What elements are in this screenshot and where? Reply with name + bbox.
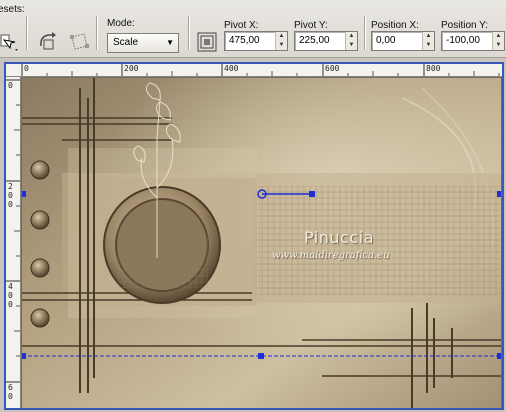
ruler-label: 0 [8, 291, 13, 300]
ruler-label: 6 [8, 383, 13, 392]
mode-select[interactable]: Scale ▼ [107, 33, 179, 53]
ruler-label: 4 [8, 282, 13, 291]
ruler-ticks [6, 79, 20, 383]
vertical-ruler[interactable]: 0 2 0 0 4 0 0 6 0 [6, 77, 21, 408]
position-x-field[interactable]: 0,00 ▲ ▼ [371, 31, 435, 51]
transform-icon [70, 33, 89, 50]
position-y-stepper[interactable]: ▲ ▼ [492, 32, 504, 50]
mode-label: Mode: [107, 18, 135, 29]
ruler-label: 600 [325, 64, 340, 73]
ruler-label: 0 [8, 300, 13, 309]
reset-icon [40, 32, 56, 50]
presets-label: esets: [0, 4, 25, 15]
image-canvas[interactable]: Pinuccia www.maidiregrafica.eu [22, 78, 501, 408]
position-y-field[interactable]: -100,00 ▲ ▼ [441, 31, 505, 51]
toolbar-separator [26, 16, 27, 50]
pivot-x-field[interactable]: 475,00 ▲ ▼ [224, 31, 288, 51]
position-x-value: 0,00 [376, 35, 396, 46]
frame-icon [197, 32, 217, 52]
pivot-x-label: Pivot X: [224, 20, 259, 31]
ruler-label: 400 [224, 64, 239, 73]
mode-value: Scale [113, 37, 139, 48]
horizontal-ruler[interactable]: 0 200 400 600 800 [6, 64, 502, 77]
ruler-label: 0 [8, 191, 13, 200]
tool-options-toolbar: esets: Mode: Scale ▼ Pivot X: 475,00 ▲ ▼… [0, 0, 506, 58]
ruler-label: 0 [8, 200, 13, 209]
chevron-down-icon: ▼ [166, 38, 174, 47]
ruler-label: 200 [124, 64, 139, 73]
ruler-label: 0 [8, 81, 13, 90]
position-y-label: Position Y: [441, 20, 489, 31]
toolbar-separator [364, 16, 365, 50]
pivot-y-value: 225,00 [299, 35, 330, 46]
pivot-x-stepper[interactable]: ▲ ▼ [275, 32, 287, 50]
position-x-stepper[interactable]: ▲ ▼ [422, 32, 434, 50]
sepia-artwork [22, 78, 501, 408]
reset-rectangle-button[interactable] [37, 30, 59, 52]
apply-transform-button[interactable] [196, 31, 218, 53]
ruler-label: 0 [8, 392, 13, 401]
pivot-x-value: 475,00 [229, 35, 260, 46]
ruler-label: 800 [426, 64, 441, 73]
pivot-y-field[interactable]: 225,00 ▲ ▼ [294, 31, 358, 51]
watermark-url: www.maidiregrafica.eu [272, 250, 390, 261]
ruler-label: 0 [24, 64, 29, 73]
presets-dropdown[interactable] [0, 32, 22, 54]
position-y-value: -100,00 [446, 35, 480, 46]
free-transform-button[interactable] [68, 30, 90, 52]
position-x-label: Position X: [371, 20, 419, 31]
ruler-label: 2 [8, 182, 13, 191]
watermark-title: Pinuccia [304, 228, 374, 247]
toolbar-separator [96, 16, 97, 50]
toolbar-separator [188, 16, 189, 50]
pivot-y-label: Pivot Y: [294, 20, 328, 31]
presets-icon [0, 34, 18, 51]
pivot-y-stepper[interactable]: ▲ ▼ [345, 32, 357, 50]
